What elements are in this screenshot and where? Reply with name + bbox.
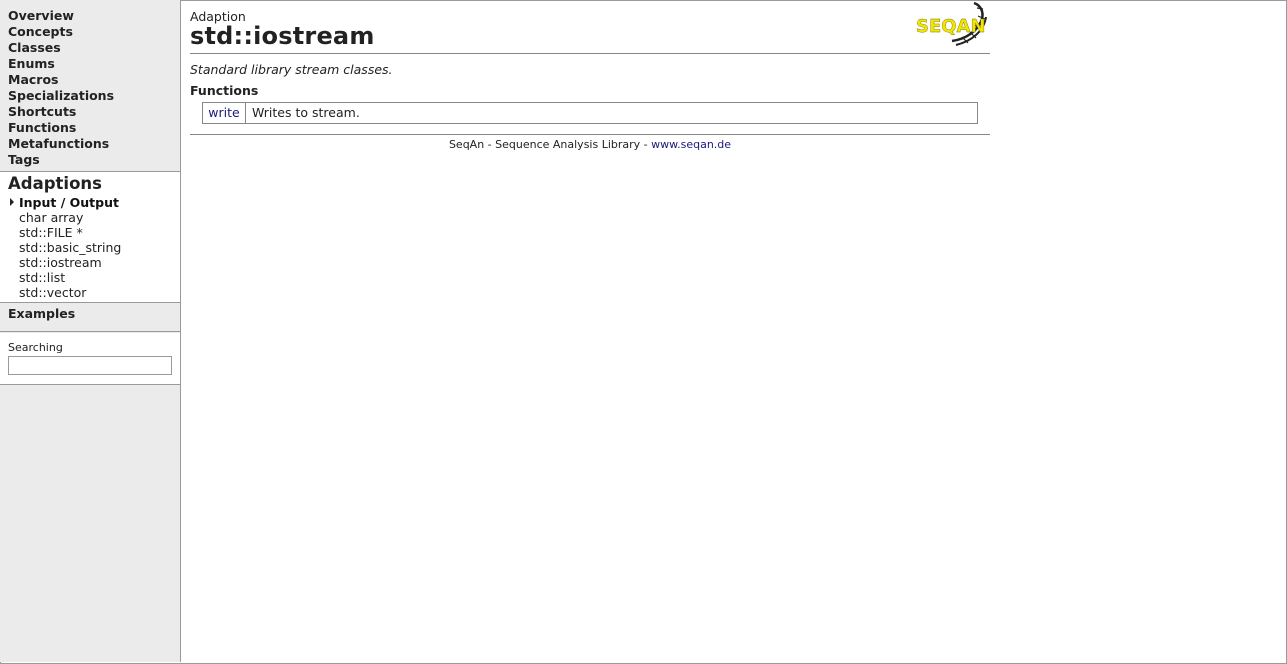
adaption-item-std-basic-string[interactable]: std::basic_string — [19, 240, 121, 255]
adaption-item-char-array[interactable]: char array — [19, 210, 121, 225]
category-input-output[interactable]: Input / Output — [10, 195, 119, 210]
adaptions-title[interactable]: Adaptions — [8, 174, 102, 193]
search-input[interactable] — [8, 356, 172, 375]
nav-functions[interactable]: Functions — [8, 120, 180, 136]
nav-enums[interactable]: Enums — [8, 56, 180, 72]
nav-tags[interactable]: Tags — [8, 152, 180, 168]
search-label: Searching — [8, 341, 63, 354]
adaption-item-std-list[interactable]: std::list — [19, 270, 121, 285]
function-link-write[interactable]: write — [203, 103, 246, 123]
nav-classes[interactable]: Classes — [8, 40, 180, 56]
adaption-item-std-iostream[interactable]: std::iostream — [19, 255, 121, 270]
seqan-logo[interactable]: SEQAN — [916, 1, 988, 47]
page-title: std::iostream — [190, 22, 375, 50]
sidebar-nav: Overview Concepts Classes Enums Macros S… — [0, 0, 180, 171]
adaption-item-std-vector[interactable]: std::vector — [19, 285, 121, 300]
triangle-right-icon — [10, 198, 14, 206]
footer-divider — [190, 134, 990, 135]
nav-metafunctions[interactable]: Metafunctions — [8, 136, 180, 152]
function-description: Writes to stream. — [252, 105, 360, 120]
nav-overview[interactable]: Overview — [8, 8, 180, 24]
window-frame — [0, 0, 1287, 664]
sidebar: Overview Concepts Classes Enums Macros S… — [0, 0, 181, 662]
page-description: Standard library stream classes. — [190, 62, 393, 77]
nav-concepts[interactable]: Concepts — [8, 24, 180, 40]
adaptions-list: char array std::FILE * std::basic_string… — [19, 210, 121, 300]
footer-text: SeqAn - Sequence Analysis Library - — [448, 138, 652, 151]
footer-link[interactable]: www.seqan.de — [651, 138, 731, 151]
nav-examples[interactable]: Examples — [8, 306, 180, 322]
header-divider — [190, 53, 990, 54]
footer: SeqAn - Sequence Analysis Library - www.… — [190, 138, 990, 151]
category-label: Input / Output — [19, 195, 119, 210]
nav-specializations[interactable]: Specializations — [8, 88, 180, 104]
adaption-item-std-file[interactable]: std::FILE * — [19, 225, 121, 240]
functions-table-row: write Writes to stream. — [202, 102, 978, 124]
nav-shortcuts[interactable]: Shortcuts — [8, 104, 180, 120]
functions-heading: Functions — [190, 83, 259, 98]
examples-section: Examples — [0, 304, 180, 332]
logo-text: SEQAN — [916, 16, 986, 37]
search-section: Searching — [0, 333, 180, 385]
adaptions-section: Adaptions Input / Output char array std:… — [0, 171, 180, 303]
nav-macros[interactable]: Macros — [8, 72, 180, 88]
